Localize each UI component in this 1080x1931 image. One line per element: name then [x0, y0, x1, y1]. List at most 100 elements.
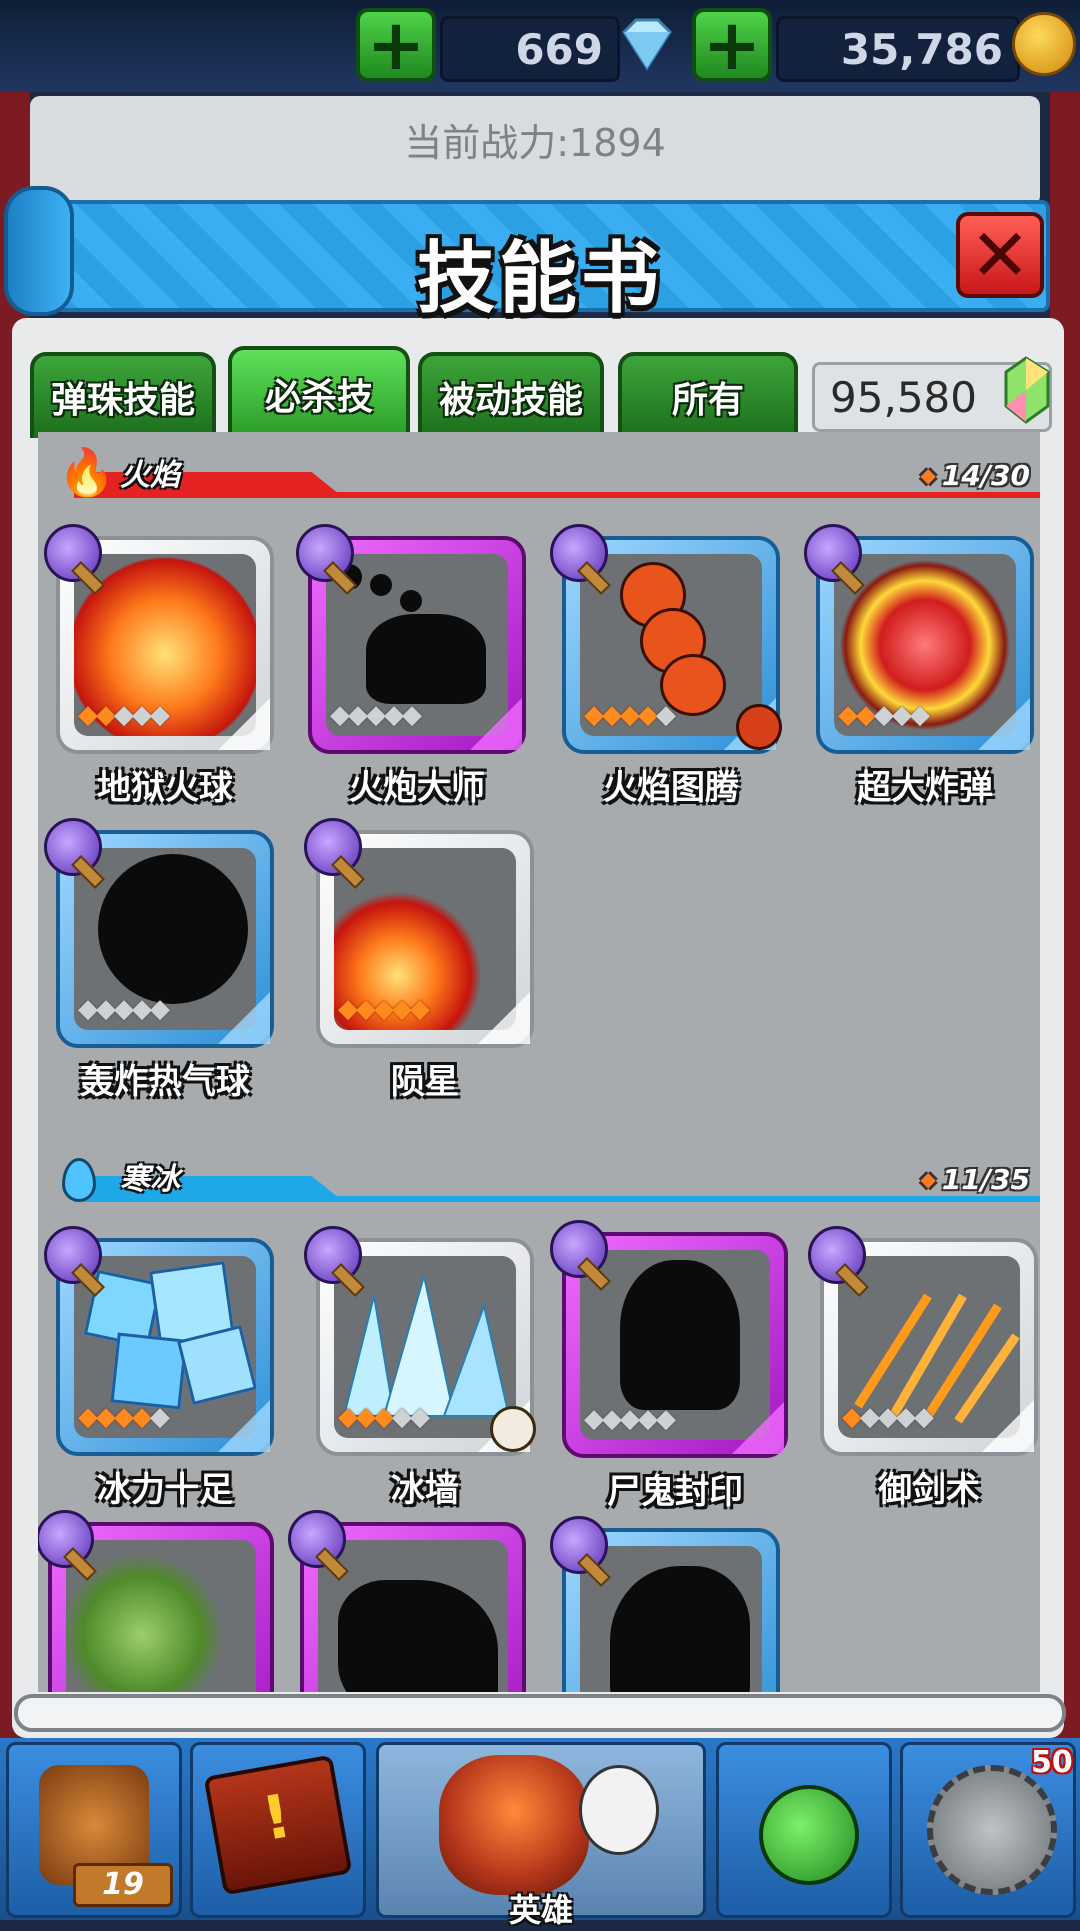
skill-card-fire-6[interactable]: ◆◆◆◆◆ 陨星 [304, 818, 534, 1103]
coin-count: 35,786 [776, 16, 1020, 82]
close-icon: ✕ [969, 213, 1031, 297]
skill-name: 陨星 [391, 1062, 459, 1102]
pet-portrait-icon [579, 1765, 659, 1855]
skill-name: 地狱火球 [97, 768, 233, 808]
wand-icon [304, 1226, 362, 1284]
ice-cube [110, 1332, 188, 1410]
skill-name: 御剑术 [878, 1470, 980, 1510]
coin-count-value: 35,786 [840, 24, 1003, 74]
star-rating: ◆◆◆◆◆ [330, 700, 422, 730]
nav-quest-button[interactable]: ! [190, 1742, 366, 1918]
skill-list-panel[interactable]: 🔥 火焰 14/30 ◆◆◆◆◆ 地狱火球 ◆◆◆◆◆ 火炮大师 [38, 432, 1040, 1692]
skill-art [318, 1540, 508, 1692]
locked-silhouette [400, 590, 422, 612]
tab-ultimate-skills[interactable]: 必杀技 [228, 346, 410, 438]
nav-potion-button[interactable] [716, 1742, 892, 1918]
locked-silhouette [610, 1566, 750, 1692]
section-title: 火焰 [120, 458, 180, 493]
section-title: 寒冰 [120, 1162, 180, 1197]
tab-label: 必杀技 [264, 377, 373, 418]
hero-badge-icon [490, 1406, 536, 1452]
star-rating: ◆◆◆◆◆ [842, 1402, 934, 1432]
panel-scrollbar[interactable] [14, 1694, 1066, 1732]
star-rating: ◆◆◆◆◆ [78, 994, 170, 1024]
nav-locked-button[interactable]: 50 [900, 1742, 1076, 1918]
section-header-ice: 寒冰 11/35 [38, 1158, 1040, 1206]
skill-name: 尸鬼封印 [607, 1472, 743, 1512]
tab-all[interactable]: 所有 [618, 352, 798, 438]
gem-balance-value: 95,580 [830, 372, 977, 422]
skill-name: 轰炸热气球 [80, 1062, 250, 1102]
hero-portrait-icon [439, 1755, 589, 1895]
section-count: 11/35 [920, 1163, 1030, 1196]
wand-icon [296, 524, 354, 582]
skill-card-fire-3[interactable]: ◆◆◆◆◆ 火焰图腾 [550, 524, 782, 809]
skill-card-ice-4[interactable]: ◆◆◆◆◆ 御剑术 [808, 1226, 1038, 1511]
section-header-fire: 🔥 火焰 14/30 [38, 445, 1040, 502]
skill-art [580, 1546, 762, 1692]
coin-icon [1012, 12, 1076, 76]
wand-icon [550, 524, 608, 582]
nav-shop-button[interactable]: 19 [6, 1742, 182, 1918]
diamond-icon [614, 16, 680, 72]
locked-silhouette [338, 1580, 498, 1692]
ice-cube [176, 1324, 256, 1406]
skill-card-ice-2[interactable]: ◆◆◆◆◆ 冰墙 [304, 1226, 536, 1511]
star-rating: ◆◆◆◆◆ [838, 700, 930, 730]
tab-marble-skills[interactable]: 弹珠技能 [30, 352, 216, 438]
skill-card-fire-5[interactable]: ◆◆◆◆◆ 轰炸热气球 [44, 818, 274, 1103]
level-requirement-badge: 50 [1031, 1745, 1073, 1780]
wand-icon [44, 1226, 102, 1284]
wand-icon [288, 1510, 346, 1568]
dialog-title: 技能书 [416, 234, 663, 324]
star-rating: ◆◆◆◆◆ [78, 1402, 170, 1432]
skill-card-ice-1[interactable]: ◆◆◆◆◆ 冰力十足 [44, 1226, 274, 1511]
locked-silhouette [620, 1260, 740, 1410]
skill-card-fire-4[interactable]: ◆◆◆◆◆ 超大炸弹 [804, 524, 1034, 809]
skill-card-ice-6[interactable] [288, 1510, 526, 1692]
diamond-count: 669 [440, 16, 620, 82]
skill-name: 火炮大师 [349, 768, 485, 808]
skill-name: 冰力十足 [97, 1470, 233, 1510]
diamond-count-value: 669 [515, 24, 603, 74]
star-rating: ◆◆◆◆◆ [338, 1402, 430, 1432]
wand-icon [44, 818, 102, 876]
add-coins-button[interactable]: + [692, 8, 772, 82]
locked-gear-icon [927, 1765, 1057, 1895]
star-rating: ◆◆◆◆◆ [584, 700, 676, 730]
wand-icon [804, 524, 862, 582]
power-label: 当前战力:1894 [404, 121, 666, 165]
add-diamonds-button[interactable]: + [356, 8, 436, 82]
star-rating: ◆◆◆◆◆ [338, 994, 430, 1024]
close-button[interactable]: ✕ [956, 212, 1044, 298]
tab-passive-skills[interactable]: 被动技能 [418, 352, 604, 438]
shop-badge: 19 [73, 1863, 173, 1907]
wand-icon [38, 1510, 94, 1568]
section-flag [74, 1176, 344, 1202]
skill-card-fire-1[interactable]: ◆◆◆◆◆ 地狱火球 [44, 524, 274, 809]
skill-card-ice-7[interactable] [550, 1516, 780, 1692]
star-rating: ◆◆◆◆◆ [584, 1404, 676, 1434]
skill-name: 火焰图腾 [603, 768, 739, 808]
gem-icon [998, 354, 1054, 426]
skill-card-ice-3[interactable]: ◆◆◆◆◆ 尸鬼封印 [550, 1220, 788, 1513]
flame-icon: 🔥 [58, 445, 116, 499]
potion-icon [759, 1785, 859, 1885]
locked-silhouette [370, 574, 392, 596]
water-drop-icon [62, 1158, 96, 1202]
dialog-header: 技能书 ✕ [0, 178, 1080, 328]
skill-name: 冰墙 [391, 1470, 459, 1510]
book-icon: ! [203, 1754, 353, 1896]
nav-hero-button[interactable]: 英雄 [376, 1742, 706, 1929]
hero-label: 英雄 [508, 1891, 573, 1929]
skill-card-fire-2[interactable]: ◆◆◆◆◆ 火炮大师 [296, 524, 526, 809]
skill-card-ice-5[interactable] [38, 1510, 274, 1692]
tab-label: 被动技能 [438, 380, 583, 421]
star-rating: ◆◆◆◆◆ [78, 700, 170, 730]
wand-icon [44, 524, 102, 582]
wand-icon [550, 1516, 608, 1574]
tab-label: 所有 [671, 380, 744, 421]
hero-badge-icon [736, 704, 782, 750]
wand-icon [808, 1226, 866, 1284]
skill-name: 超大炸弹 [857, 768, 993, 808]
